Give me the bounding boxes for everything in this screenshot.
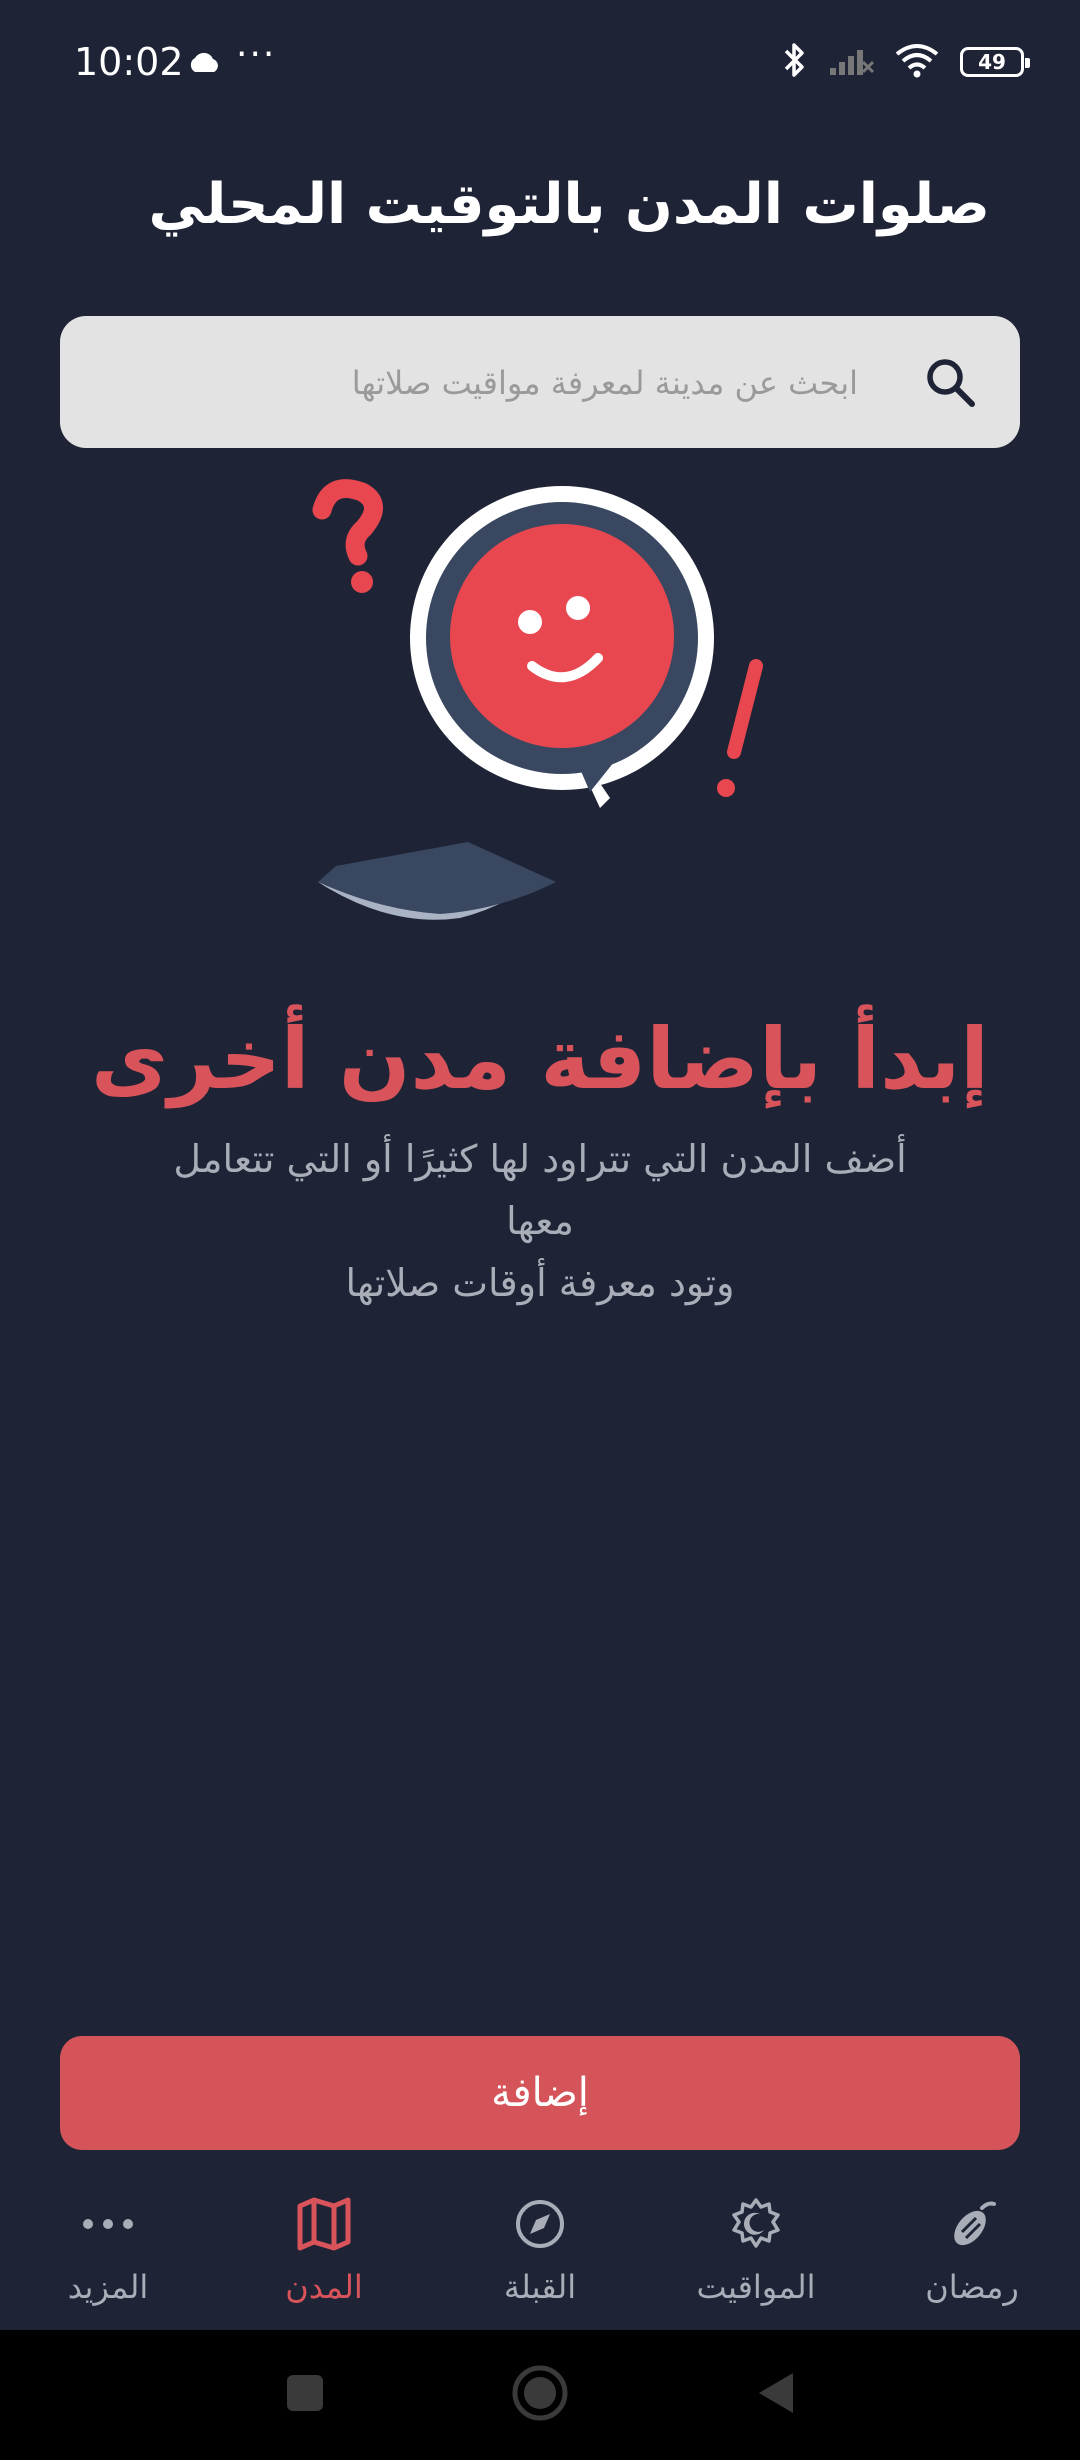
cloud-icon [186, 50, 222, 78]
more-dots-icon [78, 2194, 138, 2254]
nav-item-prayer-times[interactable]: المواقيت [648, 2180, 864, 2330]
nav-label: المواقيت [696, 2268, 816, 2306]
compass-icon [510, 2194, 570, 2254]
recents-button[interactable] [278, 2330, 332, 2460]
question-mark-icon [312, 479, 383, 593]
notification-dots: ··· [236, 34, 277, 75]
nav-label: المزيد [67, 2268, 149, 2306]
page-title: صلوات المدن بالتوقيت المحلي [148, 172, 990, 237]
nav-item-qibla[interactable]: القبلة [432, 2180, 648, 2330]
empty-state-description-line: أضف المدن التي تتراود لها كثيرًا أو التي… [173, 1137, 907, 1243]
nav-item-more[interactable]: المزيد [0, 2180, 216, 2330]
nav-item-ramadan[interactable]: رمضان [864, 2180, 1080, 2330]
nav-label: القبلة [503, 2268, 577, 2306]
speech-bubble-face-icon [410, 486, 714, 808]
status-bar: 10:02 ··· 49 [0, 0, 1080, 130]
nav-item-cities[interactable]: المدن [216, 2180, 432, 2330]
paper-stack-icon [318, 842, 556, 920]
empty-state-heading: إبدأ بإضافة مدن أخرى [91, 1010, 989, 1108]
app-screen: 10:02 ··· 49 صلوات المدن بالتوقيت المحلي… [0, 0, 1080, 2460]
empty-state-description-line: وتود معرفة أوقات صلاتها [345, 1261, 735, 1305]
map-icon [294, 2194, 354, 2254]
bluetooth-icon [782, 40, 808, 84]
empty-state-illustration [300, 470, 780, 950]
city-search-input[interactable] [156, 352, 860, 414]
dates-icon [942, 2194, 1002, 2254]
nav-label: المدن [285, 2268, 363, 2306]
square-icon [285, 2373, 325, 2417]
empty-state-description: أضف المدن التي تتراود لها كثيرًا أو التي… [140, 1128, 940, 1314]
status-icons: 49 [782, 40, 1030, 84]
cellular-signal-icon [828, 44, 875, 80]
nav-label: رمضان [925, 2268, 1019, 2306]
system-navigation-bar [0, 2330, 1080, 2460]
wifi-icon [894, 42, 940, 82]
back-button[interactable] [748, 2330, 802, 2460]
back-triangle-icon [753, 2369, 797, 2421]
home-button[interactable] [508, 2330, 572, 2460]
battery-icon: 49 [960, 47, 1030, 77]
status-time: 10:02 [74, 40, 184, 84]
search-icon[interactable] [920, 352, 980, 412]
home-circle-icon [510, 2363, 570, 2427]
add-city-button[interactable]: إضافة [60, 2036, 1020, 2150]
battery-level: 49 [978, 50, 1006, 74]
city-search-bar[interactable] [60, 316, 1020, 448]
crescent-sun-icon [726, 2194, 786, 2254]
exclamation-mark-icon [717, 659, 763, 797]
bottom-navigation: المزيد المدن القبلة المواقيت رمضان [0, 2180, 1080, 2330]
